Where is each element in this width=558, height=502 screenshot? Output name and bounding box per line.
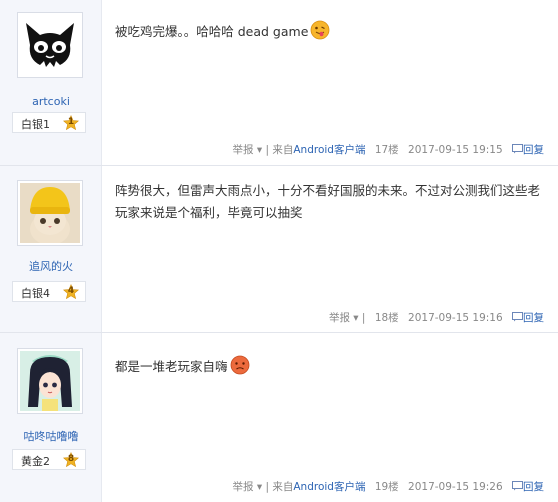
reply-icon xyxy=(512,481,523,491)
post-content: 被吃鸡完爆。。哈哈哈 dead game xyxy=(115,20,540,43)
report-link[interactable]: 举报 xyxy=(329,312,350,324)
star-icon: 1 xyxy=(62,115,80,131)
level-label: 白银4 xyxy=(21,287,50,300)
post-18: 追风的火 白银4 4 阵势很大，但雷声大雨点小，十分不看好国服的未来。不过对公测… xyxy=(0,166,558,333)
grumpy-smiley-icon xyxy=(230,355,250,375)
post-meta: 举报 ▾ | 来自Android客户端 19楼 2017-09-15 19:26… xyxy=(232,481,544,493)
report-dropdown-icon[interactable]: ▾ xyxy=(257,144,262,156)
star-icon: 4 xyxy=(62,284,80,300)
post-content: 都是一堆老玩家自嗨 xyxy=(115,355,540,378)
cat-avatar-icon xyxy=(20,15,80,75)
anime-girl-avatar-icon xyxy=(20,351,80,411)
user-sidebar: artcoki 白银1 1 xyxy=(0,0,102,166)
level-badge: 白银1 1 xyxy=(12,112,86,133)
username-link[interactable]: 追风的火 xyxy=(0,258,102,274)
level-number: 1 xyxy=(67,117,75,127)
reply-button[interactable]: 回复 xyxy=(523,481,544,493)
star-icon: 8 xyxy=(62,452,80,468)
reply-icon xyxy=(512,312,523,322)
post-meta: 举报 ▾ | 来自Android客户端 17楼 2017-09-15 19:15… xyxy=(232,144,544,156)
tongue-smiley-icon xyxy=(310,20,330,40)
level-badge: 白银4 4 xyxy=(12,281,86,302)
source-link[interactable]: Android客户端 xyxy=(293,144,365,156)
post-time: 2017-09-15 19:15 xyxy=(408,144,503,156)
post-content: 阵势很大，但雷声大雨点小，十分不看好国服的未来。不过对公测我们这些老玩家来说是个… xyxy=(115,183,541,220)
post-17: artcoki 白银1 1 被吃鸡完爆。。哈哈哈 dead game 举报 ▾ … xyxy=(0,0,558,166)
source-link[interactable]: Android客户端 xyxy=(293,481,365,493)
username-link[interactable]: artcoki xyxy=(0,95,102,108)
level-label: 黄金2 xyxy=(21,455,50,468)
report-link[interactable]: 举报 xyxy=(233,144,254,156)
level-badge: 黄金2 8 xyxy=(12,449,86,470)
reply-button[interactable]: 回复 xyxy=(523,144,544,156)
avatar[interactable] xyxy=(17,12,83,78)
floor-number: 18楼 xyxy=(374,312,399,324)
post-body: 都是一堆老玩家自嗨 举报 ▾ | 来自Android客户端 19楼 2017-0… xyxy=(103,333,558,502)
user-sidebar: 咕咚咕噜噜 黄金2 8 xyxy=(0,333,102,502)
report-dropdown-icon[interactable]: ▾ xyxy=(353,312,358,324)
post-thread: artcoki 白银1 1 被吃鸡完爆。。哈哈哈 dead game 举报 ▾ … xyxy=(0,0,558,502)
level-number: 8 xyxy=(67,454,75,464)
floor-number: 19楼 xyxy=(374,481,399,493)
post-body: 阵势很大，但雷声大雨点小，十分不看好国服的未来。不过对公测我们这些老玩家来说是个… xyxy=(103,166,558,333)
cat-in-hat-avatar-icon xyxy=(20,183,80,243)
reply-button[interactable]: 回复 xyxy=(523,312,544,324)
post-meta: 举报 ▾ | 18楼 2017-09-15 19:16 回复 xyxy=(328,312,544,324)
avatar[interactable] xyxy=(17,180,83,246)
user-sidebar: 追风的火 白银4 4 xyxy=(0,166,102,333)
level-label: 白银1 xyxy=(21,118,50,131)
avatar[interactable] xyxy=(17,348,83,414)
report-link[interactable]: 举报 xyxy=(233,481,254,493)
floor-number: 17楼 xyxy=(374,144,399,156)
report-dropdown-icon[interactable]: ▾ xyxy=(257,481,262,493)
post-time: 2017-09-15 19:26 xyxy=(408,481,503,493)
level-number: 4 xyxy=(67,286,75,296)
post-body: 被吃鸡完爆。。哈哈哈 dead game 举报 ▾ | 来自Android客户端… xyxy=(103,0,558,166)
username-link[interactable]: 咕咚咕噜噜 xyxy=(0,428,102,444)
post-19: 咕咚咕噜噜 黄金2 8 都是一堆老玩家自嗨 举报 ▾ | 来自Android客户… xyxy=(0,333,558,502)
reply-icon xyxy=(512,144,523,154)
post-time: 2017-09-15 19:16 xyxy=(408,312,503,324)
